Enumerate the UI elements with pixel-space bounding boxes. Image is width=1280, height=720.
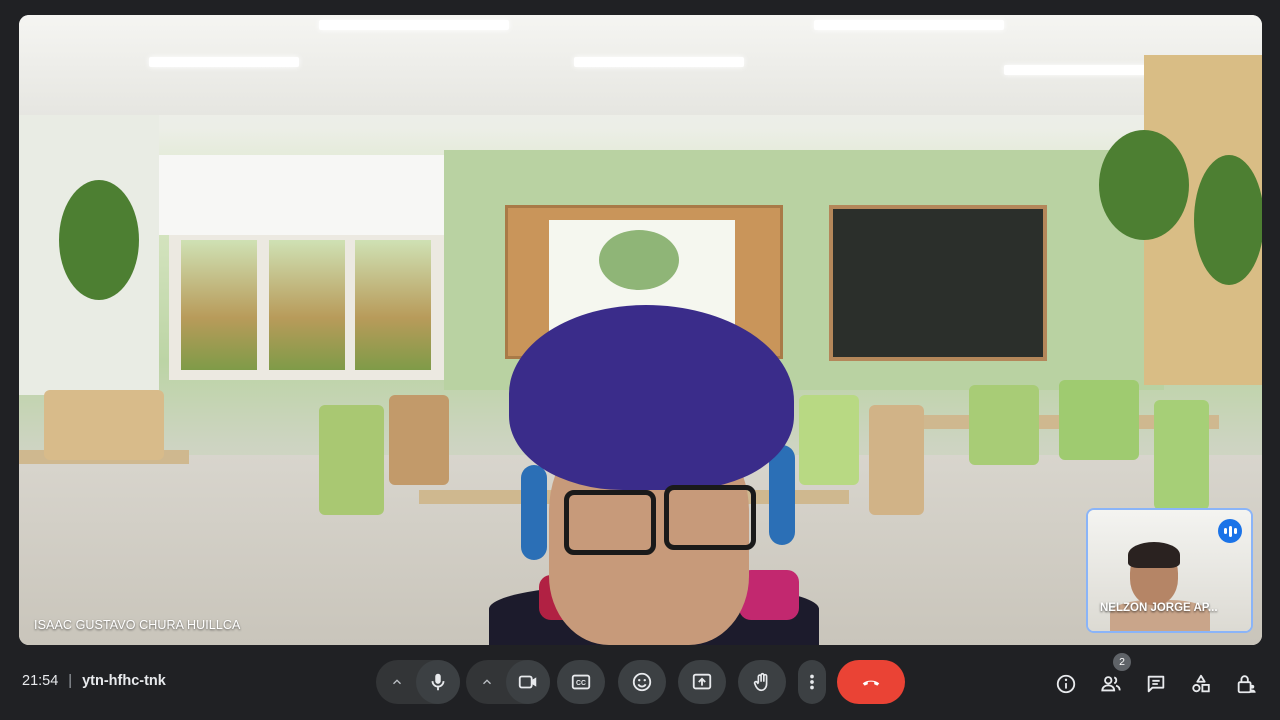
call-controls-bar: CC — [0, 660, 1280, 705]
captions-button[interactable]: CC — [557, 660, 605, 704]
more-options-button[interactable] — [798, 660, 826, 704]
chevron-up-icon — [483, 679, 491, 685]
host-controls-button[interactable] — [1226, 662, 1266, 706]
emoji-icon — [632, 672, 652, 692]
audio-options-button[interactable] — [376, 660, 418, 704]
reactions-button[interactable] — [618, 660, 666, 704]
present-button[interactable] — [678, 660, 726, 704]
leave-call-button[interactable] — [837, 660, 905, 704]
self-name-label: NELZON JORGE AP... — [1100, 602, 1218, 614]
chevron-up-icon — [393, 679, 401, 685]
call-end-icon — [862, 680, 880, 686]
main-video-tile[interactable]: ISAAC GUSTAVO CHURA HUILLCA — [19, 15, 1262, 645]
chat-icon — [1147, 675, 1165, 693]
microphone-icon — [431, 673, 445, 691]
activities-icon — [1192, 674, 1210, 693]
info-icon — [1056, 674, 1076, 694]
present-screen-icon — [692, 673, 712, 690]
microphone-button[interactable] — [416, 660, 460, 704]
camera-button[interactable] — [506, 660, 550, 704]
audio-level-icon — [1218, 519, 1242, 543]
people-icon — [1101, 676, 1121, 692]
lock-person-icon — [1237, 675, 1256, 694]
meeting-info-button[interactable] — [1046, 662, 1086, 706]
participant-video — [489, 305, 819, 645]
audio-control-group — [376, 660, 460, 704]
more-vert-icon — [810, 674, 814, 690]
video-options-button[interactable] — [466, 660, 508, 704]
self-video-tile[interactable]: NELZON JORGE AP... — [1086, 508, 1253, 633]
participant-name-label: ISAAC GUSTAVO CHURA HUILLCA — [34, 618, 241, 632]
activities-button[interactable] — [1181, 662, 1221, 706]
closed-captions-icon: CC — [571, 674, 591, 690]
svg-text:CC: CC — [576, 680, 586, 687]
videocam-icon — [518, 675, 537, 689]
people-count-badge: 2 — [1113, 653, 1131, 671]
raise-hand-button[interactable] — [738, 660, 786, 704]
chat-button[interactable] — [1136, 662, 1176, 706]
video-control-group — [466, 660, 550, 704]
raise-hand-icon — [753, 672, 768, 692]
